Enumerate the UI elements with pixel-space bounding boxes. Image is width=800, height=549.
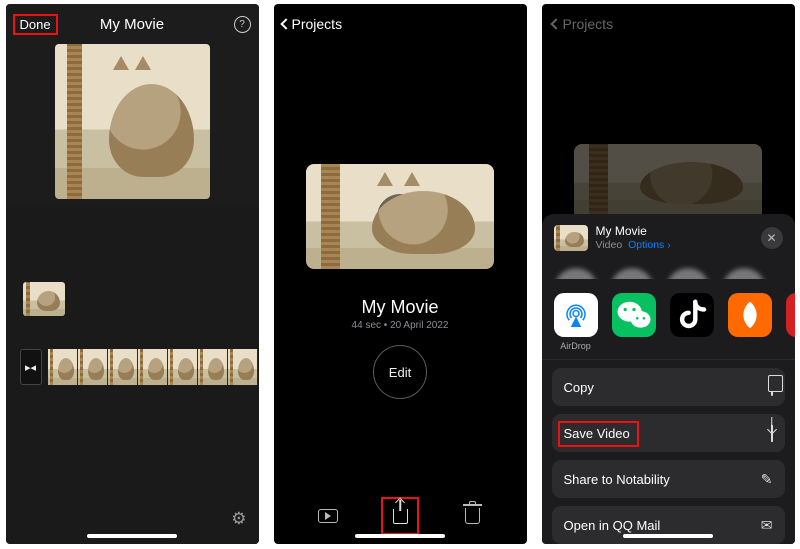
detail-body: My Movie 44 sec • 20 April 2022 Edit bbox=[274, 44, 527, 488]
editor-screen: Done My Movie ? ▸◂ ⚙ bbox=[6, 4, 259, 544]
video-thumbnail[interactable] bbox=[306, 164, 494, 269]
share-options-link[interactable]: Options › bbox=[628, 239, 671, 251]
movie-title: My Movie bbox=[361, 297, 438, 318]
airdrop-label: AirDrop bbox=[560, 341, 591, 351]
play-icon bbox=[394, 207, 410, 227]
open-qqmail-action[interactable]: Open in QQ Mail ✉ bbox=[552, 506, 785, 544]
detail-header: Projects bbox=[274, 4, 527, 44]
play-rect-icon bbox=[318, 509, 338, 523]
share-item-thumb bbox=[554, 225, 588, 251]
share-notability-action[interactable]: Share to Notability ✎ bbox=[552, 460, 785, 498]
share-sheet: My Movie Video Options › ✕ bbox=[542, 214, 795, 544]
settings-gear-icon[interactable]: ⚙ bbox=[231, 509, 246, 529]
save-video-action[interactable]: Save Video bbox=[552, 414, 785, 452]
trash-icon bbox=[465, 508, 480, 524]
app-label bbox=[632, 341, 635, 351]
contacts-row[interactable] bbox=[542, 262, 795, 279]
close-icon: ✕ bbox=[766, 231, 776, 245]
contact-avatar[interactable] bbox=[554, 268, 598, 279]
share-sheet-screen: Projects My Movie Video Options › ✕ bbox=[542, 4, 795, 544]
timeline-strip[interactable] bbox=[48, 349, 259, 385]
tiktok-icon bbox=[670, 293, 714, 337]
share-icon bbox=[393, 509, 408, 524]
apps-row[interactable]: AirDrop bbox=[542, 279, 795, 360]
app-label bbox=[690, 341, 693, 351]
red-app-partial[interactable] bbox=[786, 293, 795, 337]
copy-label: Copy bbox=[564, 380, 594, 395]
back-to-projects[interactable]: Projects bbox=[282, 16, 343, 32]
save-video-label: Save Video bbox=[564, 426, 630, 441]
tiktok-app[interactable] bbox=[670, 293, 714, 351]
timeline-area: ▸◂ ⚙ bbox=[6, 207, 259, 544]
copy-icon bbox=[771, 379, 773, 395]
notability-label: Share to Notability bbox=[564, 472, 670, 487]
pencil-icon: ✎ bbox=[761, 471, 773, 488]
clip-thumbnail[interactable] bbox=[23, 282, 65, 316]
close-button[interactable]: ✕ bbox=[761, 227, 783, 249]
app-icon bbox=[728, 293, 772, 337]
wechat-app[interactable] bbox=[612, 293, 656, 351]
video-preview[interactable] bbox=[55, 44, 210, 199]
home-indicator[interactable] bbox=[87, 534, 177, 538]
airdrop-icon bbox=[554, 293, 598, 337]
copy-action[interactable]: Copy bbox=[552, 368, 785, 406]
app-label bbox=[748, 341, 751, 351]
contact-avatar[interactable] bbox=[666, 268, 710, 279]
mail-icon: ✉ bbox=[761, 517, 773, 534]
share-item-info: My Movie Video Options › bbox=[596, 224, 671, 252]
back-label: Projects bbox=[292, 16, 343, 32]
chevron-left-icon bbox=[280, 18, 291, 29]
project-title: My Movie bbox=[100, 16, 164, 33]
back-label-dim: Projects bbox=[563, 16, 614, 32]
airdrop-app[interactable]: AirDrop bbox=[554, 293, 598, 351]
delete-button[interactable] bbox=[454, 498, 490, 534]
dimmed-header: Projects bbox=[542, 4, 795, 44]
chevron-left-icon bbox=[550, 18, 561, 29]
qqmail-label: Open in QQ Mail bbox=[564, 518, 661, 533]
dimmed-video-thumbnail bbox=[574, 144, 762, 214]
app-icon bbox=[786, 293, 795, 337]
editor-top-area: Done My Movie ? bbox=[6, 4, 259, 207]
home-indicator[interactable] bbox=[355, 534, 445, 538]
wechat-icon bbox=[612, 293, 656, 337]
play-button[interactable] bbox=[377, 194, 423, 240]
play-fullscreen-button[interactable] bbox=[310, 498, 346, 534]
share-actions: Copy Save Video Share to Notability ✎ Op… bbox=[542, 360, 795, 544]
orange-app[interactable] bbox=[728, 293, 772, 351]
home-indicator[interactable] bbox=[623, 534, 713, 538]
edit-button[interactable]: Edit bbox=[373, 345, 427, 399]
contact-avatar[interactable] bbox=[722, 268, 766, 279]
download-icon bbox=[771, 425, 773, 441]
editor-header: Done My Movie ? bbox=[6, 4, 259, 44]
help-icon[interactable]: ? bbox=[234, 16, 251, 33]
share-sheet-header: My Movie Video Options › ✕ bbox=[542, 214, 795, 262]
done-button[interactable]: Done bbox=[14, 15, 57, 34]
share-item-title: My Movie bbox=[596, 224, 671, 239]
project-detail-screen: Projects My Movie 44 sec • 20 April 2022… bbox=[274, 4, 527, 544]
share-item-kind: Video bbox=[596, 239, 623, 251]
share-button[interactable] bbox=[382, 498, 418, 534]
contact-avatar[interactable] bbox=[610, 268, 654, 279]
movie-meta: 44 sec • 20 April 2022 bbox=[352, 320, 449, 331]
transition-handle[interactable]: ▸◂ bbox=[20, 349, 42, 385]
